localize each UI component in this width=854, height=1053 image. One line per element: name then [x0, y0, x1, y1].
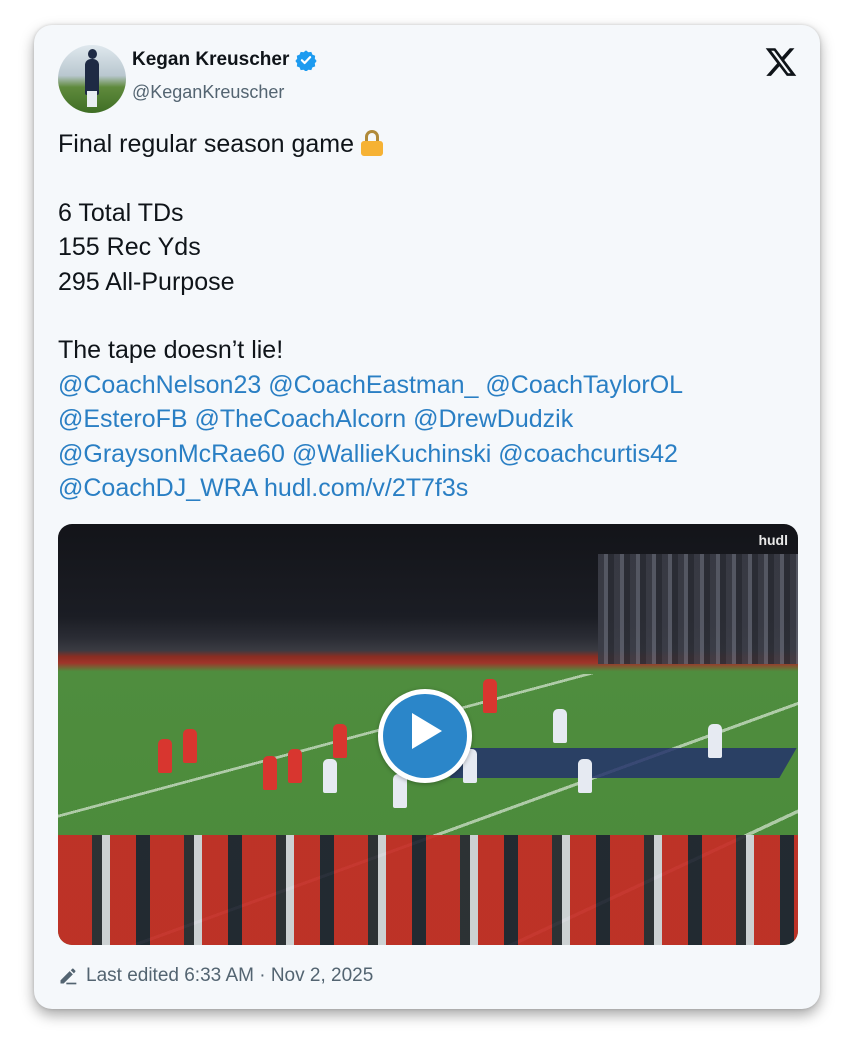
- mentions-line-2: @EsteroFB @TheCoachAlcorn @DrewDudzik: [58, 402, 798, 436]
- mentions-line-3: @GraysonMcRae60 @WallieKuchinski @coachc…: [58, 437, 798, 471]
- mentions-line-4: @CoachDJ_WRA hudl.com/v/2T7f3s: [58, 471, 798, 505]
- midfield-logo: [449, 748, 797, 778]
- player: [393, 774, 407, 808]
- author-name-row: Kegan Kreuscher: [132, 49, 317, 71]
- stat-total-tds: 6 Total TDs: [58, 198, 184, 227]
- mention-link[interactable]: @GraysonMcRae60: [58, 440, 285, 468]
- mention-link[interactable]: @coachcurtis42: [498, 440, 678, 468]
- stat-all-purpose: 295 All-Purpose: [58, 267, 235, 296]
- player: [483, 679, 497, 713]
- mention-link[interactable]: @CoachDJ_WRA: [58, 474, 257, 502]
- stadium-stands: [598, 554, 798, 664]
- player: [263, 756, 277, 790]
- stat-rec-yds: 155 Rec Yds: [58, 233, 201, 262]
- avatar-figure: [85, 49, 99, 95]
- x-logo-icon[interactable]: [764, 45, 798, 79]
- player: [183, 729, 197, 763]
- pencil-icon: [60, 968, 77, 985]
- verified-badge-icon: [295, 50, 317, 71]
- player: [333, 724, 347, 758]
- player: [158, 739, 172, 773]
- mention-link[interactable]: @CoachTaylorOL: [485, 371, 683, 399]
- mention-link[interactable]: @DrewDudzik: [413, 405, 573, 433]
- player: [708, 724, 722, 758]
- mention-link[interactable]: @CoachNelson23: [58, 371, 261, 399]
- hudl-link[interactable]: hudl.com/v/2T7f3s: [264, 474, 468, 502]
- author-name[interactable]: Kegan Kreuscher: [132, 49, 289, 71]
- player: [323, 759, 337, 793]
- post-text: Final regular season game 6 Total TDs 15…: [58, 127, 798, 505]
- mention-link[interactable]: @EsteroFB: [58, 405, 188, 433]
- play-button[interactable]: [378, 689, 472, 783]
- edit-info: Last edited 6:33 AM · Nov 2, 2025: [58, 965, 373, 987]
- player: [578, 759, 592, 793]
- sideline-crowd: [58, 835, 798, 945]
- avatar[interactable]: [58, 45, 126, 113]
- video-thumbnail[interactable]: hudl: [58, 524, 798, 945]
- post-line-1: Final regular season game: [58, 127, 798, 161]
- post-card: Kegan Kreuscher @KeganKreuscher Final re…: [34, 25, 820, 1009]
- player: [553, 709, 567, 743]
- player: [288, 749, 302, 783]
- mentions-line-1: @CoachNelson23 @CoachEastman_ @CoachTayl…: [58, 368, 798, 402]
- edited-timestamp[interactable]: Last edited 6:33 AM · Nov 2, 2025: [86, 965, 373, 987]
- mention-link[interactable]: @WallieKuchinski: [292, 440, 492, 468]
- lock-icon: [360, 130, 384, 156]
- mention-link[interactable]: @CoachEastman_: [268, 371, 478, 399]
- author-handle[interactable]: @KeganKreuscher: [132, 82, 284, 103]
- hudl-watermark: hudl: [758, 532, 788, 548]
- tagline: The tape doesn’t lie!: [58, 336, 284, 365]
- play-icon: [412, 713, 442, 749]
- mention-link[interactable]: @TheCoachAlcorn: [195, 405, 407, 433]
